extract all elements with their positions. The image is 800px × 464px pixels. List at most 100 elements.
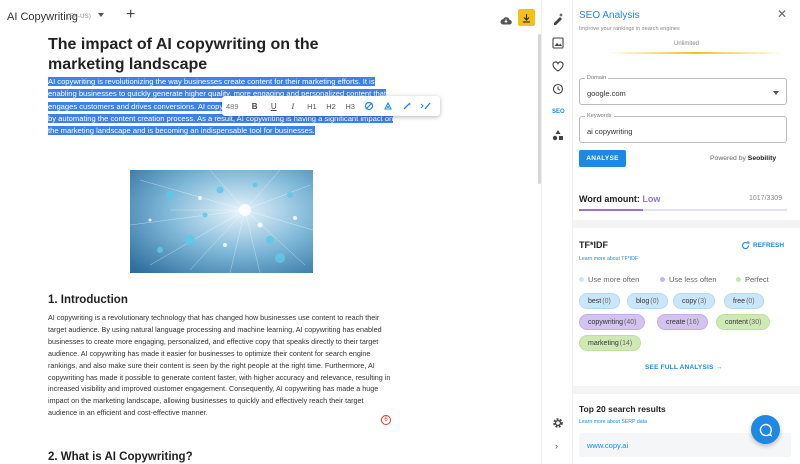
full-analysis-label: SEE FULL ANALYSIS — [645, 364, 714, 371]
ai-wand-icon[interactable] — [398, 101, 417, 111]
shapes-icon[interactable] — [551, 128, 565, 142]
chat-bubble-icon — [759, 423, 772, 437]
arrow-right-icon: → — [715, 364, 723, 371]
legend-less: Use less often — [660, 275, 717, 284]
expand-chevron-icon[interactable]: › — [555, 441, 558, 451]
legend-dot — [579, 277, 584, 282]
page-title[interactable]: The impact of AI copywriting on the mark… — [48, 35, 378, 75]
term-word: copywriting — [588, 318, 624, 326]
term-count: (0) — [650, 297, 659, 305]
ai-continue-icon[interactable] — [417, 101, 436, 111]
powered-by: Powered by Seobility — [710, 155, 776, 162]
keywords-label: Keywords — [585, 113, 614, 119]
word-amount-progress — [579, 209, 787, 211]
keywords-input[interactable] — [587, 127, 767, 136]
divider — [573, 386, 800, 394]
download-button[interactable] — [518, 9, 535, 26]
serp-title: Top 20 search results — [579, 404, 666, 414]
seo-panel: SEO Analysis Improve your rankings in se… — [573, 0, 800, 464]
language-label[interactable]: (EN-US) — [67, 14, 91, 20]
heading-1-button[interactable]: H1 — [302, 102, 321, 111]
settings-gear-icon[interactable] — [551, 416, 565, 430]
ai-writer-icon[interactable] — [551, 11, 565, 25]
word-count: 489 — [226, 101, 239, 111]
serp-result-url[interactable]: www.copy.ai — [587, 441, 628, 450]
refresh-button[interactable]: REFRESH — [741, 241, 784, 250]
full-analysis-link[interactable]: SEE FULL ANALYSIS → — [645, 364, 722, 371]
word-amount-status: Low — [642, 194, 661, 204]
term-word: blog — [636, 297, 650, 305]
tfidf-title: TF*IDF — [579, 240, 608, 250]
keywords-field[interactable]: Keywords — [579, 113, 787, 143]
section-heading[interactable]: 2. What is AI Copywriting? — [48, 451, 193, 463]
close-button[interactable]: ✕ — [777, 7, 787, 21]
word-amount-text: Word amount: — [579, 194, 640, 204]
term-count: (14) — [619, 339, 633, 347]
term-word: marketing — [588, 339, 619, 347]
serp-learn-link[interactable]: Learn more about SERP data — [579, 419, 647, 425]
image-generator-icon[interactable] — [551, 36, 565, 50]
term-count: (30) — [748, 318, 762, 326]
bold-button[interactable]: B — [245, 102, 264, 111]
legend-dot — [660, 277, 665, 282]
term-chip[interactable]: free (0) — [724, 293, 764, 309]
issue-badge[interactable]: 6 — [381, 415, 391, 425]
add-document-button[interactable]: + — [126, 7, 135, 23]
word-amount-label: Word amount: Low — [579, 194, 660, 204]
word-amount-fill — [579, 209, 643, 211]
term-word: free — [733, 297, 746, 305]
term-count: (0) — [746, 297, 755, 305]
term-chip[interactable]: copywriting (40) — [579, 314, 646, 330]
panel-title: SEO Analysis — [579, 10, 640, 21]
formatting-toolbar: 489 B U I H1 H2 H3 — [222, 96, 440, 116]
underline-button[interactable]: U — [264, 102, 283, 111]
tfidf-learn-link[interactable]: Learn more about TF*IDF — [579, 256, 638, 262]
italic-button[interactable]: I — [283, 102, 302, 111]
term-chip[interactable]: best (0) — [579, 293, 620, 309]
term-count: (0) — [602, 297, 611, 305]
term-count: (3) — [697, 297, 707, 305]
term-count: (16) — [686, 318, 699, 326]
legend-perfect: Perfect — [736, 275, 769, 284]
plan-label: Unlimited — [673, 41, 699, 47]
term-chip[interactable]: blog (0) — [627, 293, 668, 309]
analyse-button[interactable]: ANALYSE — [579, 150, 626, 167]
legend-dot — [736, 277, 741, 282]
article-image — [130, 170, 313, 273]
history-icon[interactable] — [551, 82, 565, 96]
chevron-down-icon[interactable] — [98, 13, 104, 17]
term-chip[interactable]: marketing (14) — [579, 335, 642, 351]
ai-rewrite-icon[interactable] — [360, 101, 379, 111]
document-editor[interactable]: The impact of AI copywriting on the mark… — [0, 34, 540, 464]
seo-tab[interactable]: SEO — [552, 109, 565, 115]
word-amount-count: 1017/3309 — [749, 195, 783, 202]
legend-less-label: Use less often — [669, 275, 717, 284]
term-chip[interactable]: create (16) — [657, 314, 708, 330]
refresh-icon — [741, 241, 750, 250]
panel-subtitle: Improve your rankings in search engines — [579, 26, 680, 32]
term-chip[interactable]: copy (3) — [673, 293, 716, 309]
domain-label: Domain — [585, 75, 609, 81]
divider — [573, 220, 800, 228]
ai-expand-icon[interactable] — [379, 101, 398, 111]
section-paragraph[interactable]: AI copywriting is a revolutionary techno… — [48, 312, 393, 419]
domain-value: google.com — [587, 89, 626, 98]
powered-prefix: Powered by — [710, 155, 746, 162]
top-bar: AI Copywriting (EN-US) + — [0, 0, 540, 34]
chat-support-button[interactable] — [751, 415, 780, 444]
term-word: best — [588, 297, 602, 305]
domain-select[interactable]: Domain google.com — [579, 75, 787, 105]
term-chip[interactable]: content (30) — [716, 314, 771, 330]
tool-rail: SEO › — [541, 0, 573, 464]
heading-3-button[interactable]: H3 — [341, 102, 360, 111]
term-count: (40) — [624, 318, 637, 326]
cloud-icon[interactable] — [500, 12, 512, 30]
powered-brand[interactable]: Seobility — [748, 155, 776, 162]
chevron-down-icon[interactable] — [773, 91, 779, 95]
favorites-icon[interactable] — [551, 59, 565, 73]
section-heading[interactable]: 1. Introduction — [48, 294, 128, 306]
legend-more: Use more often — [579, 275, 639, 284]
legend-more-label: Use more often — [588, 275, 640, 284]
heading-2-button[interactable]: H2 — [321, 102, 340, 111]
term-word: content — [725, 318, 748, 326]
